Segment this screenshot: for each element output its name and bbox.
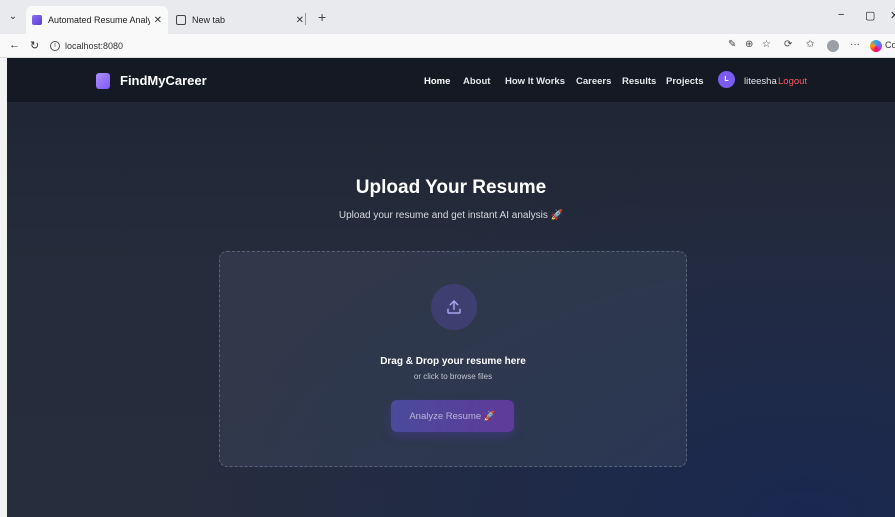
- url-field[interactable]: i localhost:8080: [50, 37, 700, 55]
- nav-about[interactable]: About: [463, 76, 490, 87]
- new-tab-plus-icon[interactable]: +: [318, 9, 326, 25]
- page-title: Upload Your Resume: [355, 177, 547, 198]
- nav-how-it-works[interactable]: How It Works: [505, 76, 565, 87]
- tab-title: New tab: [192, 15, 226, 25]
- site-navbar: FindMyCareer Home About How It Works Car…: [7, 58, 895, 103]
- resume-dropzone[interactable]: Drag & Drop your resume here or click to…: [219, 251, 687, 467]
- restore-icon[interactable]: ▢: [865, 9, 875, 22]
- profile-avatar-icon[interactable]: [827, 40, 839, 52]
- upload-icon-circle[interactable]: [431, 284, 477, 330]
- newtab-favicon-icon: [176, 15, 186, 25]
- back-arrow-icon[interactable]: ←: [9, 39, 20, 51]
- rocket-icon: 🚀: [550, 210, 564, 221]
- minimize-icon[interactable]: −: [838, 9, 844, 21]
- upload-icon: [447, 300, 461, 314]
- browser-tab-active[interactable]: Automated Resume Analysis & Sk ✕: [26, 6, 168, 34]
- site-info-icon[interactable]: i: [50, 41, 60, 51]
- copilot-label[interactable]: Co: [885, 40, 895, 50]
- page-subtitle: Upload your resume and get instant AI an…: [7, 210, 895, 221]
- tab-divider: [305, 13, 306, 25]
- favorites-icon[interactable]: ✩: [806, 39, 814, 50]
- tab-close-icon[interactable]: ✕: [154, 15, 162, 26]
- page-viewport: FindMyCareer Home About How It Works Car…: [7, 58, 895, 517]
- extensions-icon[interactable]: ⟳: [784, 39, 792, 50]
- analyze-button-label: Analyze Resume: [409, 410, 482, 422]
- refresh-icon[interactable]: ↻: [30, 39, 39, 52]
- nav-careers[interactable]: Careers: [576, 76, 611, 87]
- browser-tab-bar: ⌄ Automated Resume Analysis & Sk ✕ New t…: [0, 0, 895, 34]
- analyze-resume-button[interactable]: Analyze Resume 🚀: [391, 400, 514, 432]
- url-text: localhost:8080: [65, 41, 124, 51]
- tab-list-chevron-icon[interactable]: ⌄: [6, 10, 20, 24]
- nav-home[interactable]: Home: [424, 76, 450, 87]
- close-window-icon[interactable]: ✕: [890, 9, 895, 22]
- dropzone-title: Drag & Drop your resume here: [380, 356, 526, 367]
- nav-results[interactable]: Results: [622, 76, 656, 87]
- site-favicon-icon: [32, 15, 42, 25]
- zoom-icon[interactable]: ⊕: [745, 39, 753, 50]
- logout-link[interactable]: Logout: [778, 76, 807, 87]
- tab-title: Automated Resume Analysis & Sk: [48, 15, 150, 25]
- site-logo[interactable]: FindMyCareer: [120, 73, 207, 88]
- user-avatar[interactable]: L: [718, 71, 735, 88]
- copilot-icon[interactable]: [870, 40, 882, 52]
- read-aloud-icon[interactable]: ✎: [728, 39, 736, 50]
- username[interactable]: liteesha: [744, 76, 777, 87]
- tab-close-icon[interactable]: ✕: [296, 15, 304, 26]
- browser-address-bar: ← ↻ i localhost:8080 ✎ ⊕ ☆ ⟳ ✩ ··· Co: [0, 34, 895, 58]
- nav-projects[interactable]: Projects: [666, 76, 704, 87]
- logo-document-icon[interactable]: [96, 73, 110, 89]
- dropzone-subtitle[interactable]: or click to browse files: [220, 372, 686, 381]
- browser-tab-newtab[interactable]: New tab ✕: [170, 6, 310, 34]
- rocket-icon: 🚀: [483, 410, 496, 422]
- favorite-star-icon[interactable]: ☆: [762, 39, 771, 50]
- more-menu-icon[interactable]: ···: [850, 39, 860, 50]
- subtitle-text: Upload your resume and get instant AI an…: [338, 210, 548, 221]
